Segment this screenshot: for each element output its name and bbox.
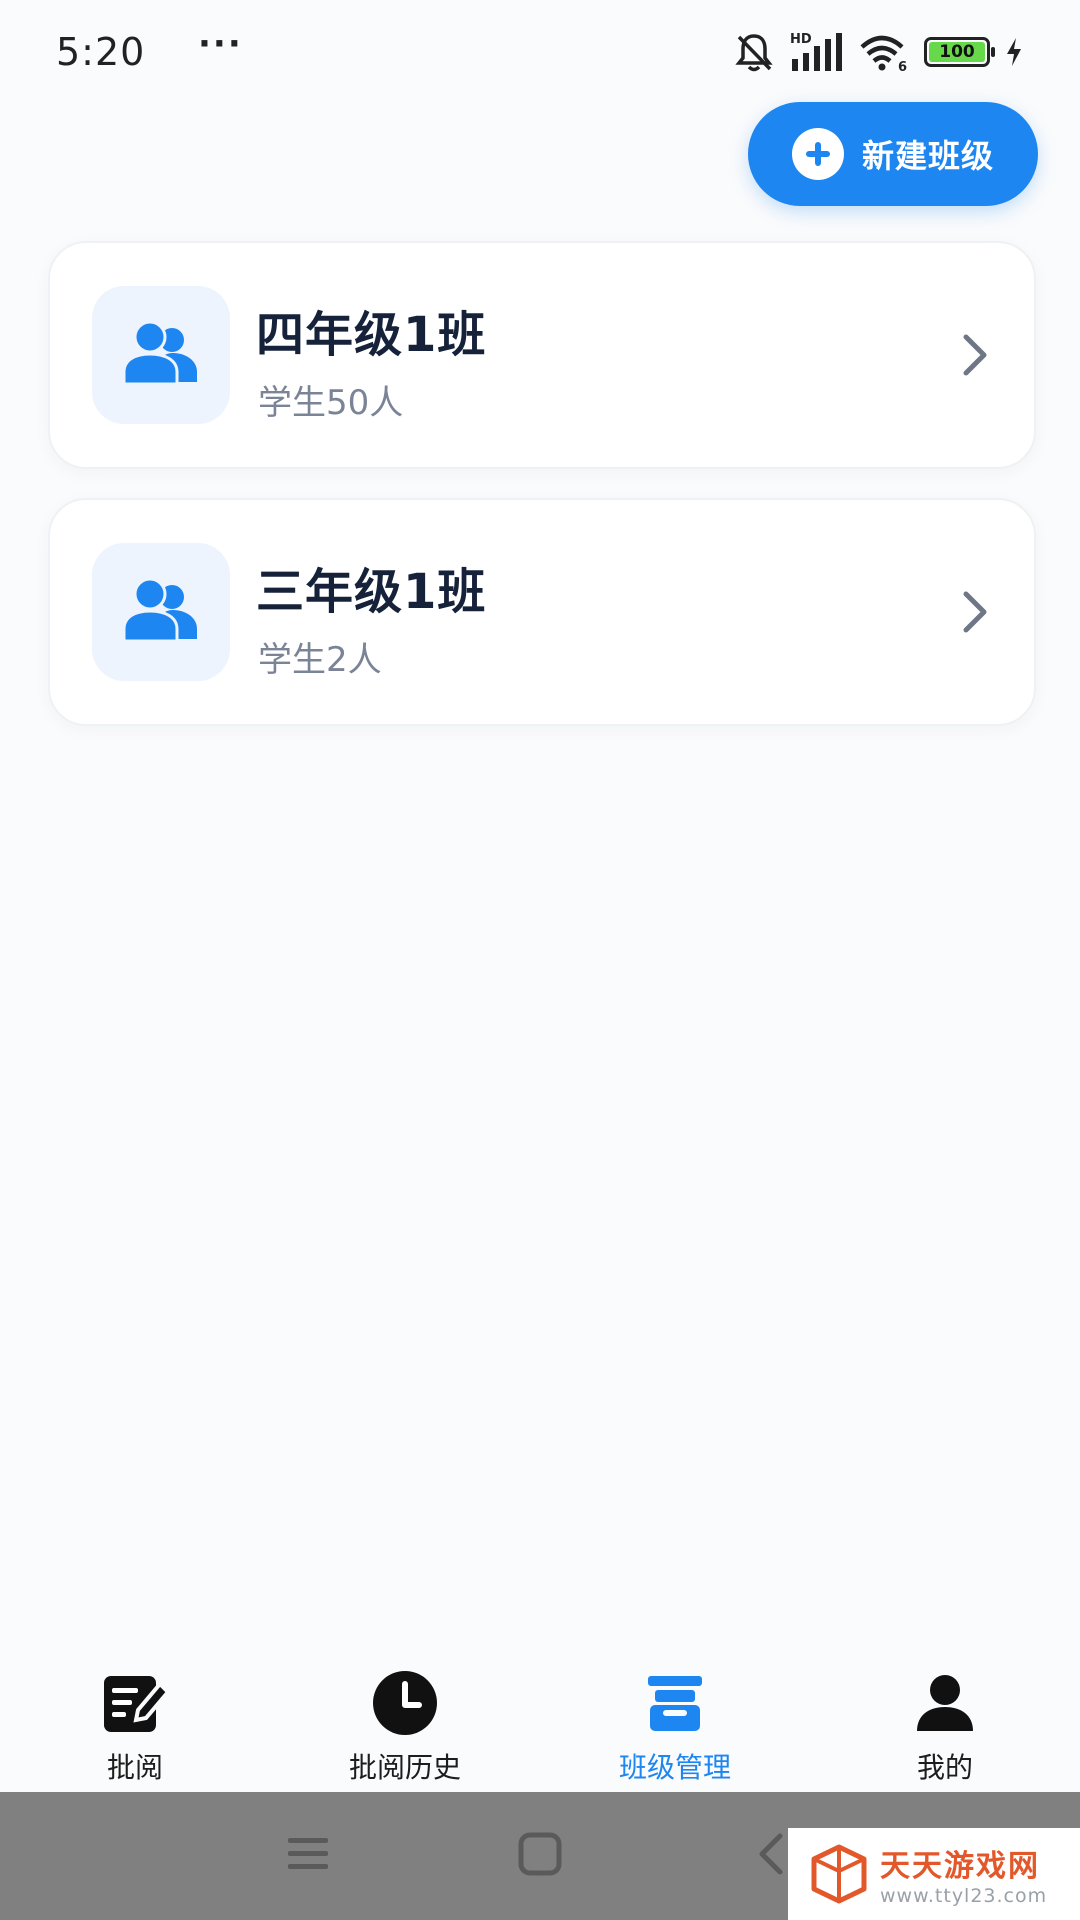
bell-muted-icon (735, 34, 773, 72)
tab-mine[interactable]: 我的 (845, 1668, 1045, 1786)
chevron-right-icon[interactable] (954, 331, 994, 379)
student-count: 学生50人 (258, 383, 404, 423)
class-card[interactable]: 三年级1班 学生2人 (48, 498, 1036, 726)
battery-icon: 100 (924, 37, 995, 67)
group-icon (122, 577, 197, 643)
tab-label: 批阅历史 (348, 1751, 461, 1784)
back-icon[interactable] (756, 1832, 786, 1876)
chevron-right-icon[interactable] (954, 588, 994, 636)
watermark-url: www.ttyl23.com (880, 1885, 1048, 1907)
watermark-title: 天天游戏网 (880, 1849, 1040, 1884)
status-bar: 5:20 ··· HD 6 100 (0, 0, 1080, 100)
class-name: 三年级1班 (256, 564, 487, 620)
plus-icon (791, 128, 844, 180)
new-class-button[interactable]: 新建班级 (748, 102, 1038, 206)
status-time: 5:20 (56, 30, 146, 74)
home-icon[interactable] (518, 1832, 562, 1876)
network-label: HD (790, 32, 812, 47)
class-name: 四年级1班 (256, 307, 487, 363)
class-card[interactable]: 四年级1班 学生50人 (48, 241, 1036, 469)
clock-icon (369, 1668, 441, 1738)
signal-icon: HD (790, 32, 842, 71)
watermark: 天天游戏网 www.ttyl23.com (788, 1828, 1080, 1920)
more-indicator: ··· (198, 24, 243, 64)
watermark-logo-icon (811, 1844, 867, 1904)
bottom-tab-bar: 批阅 批阅历史 班级管理 我的 (0, 1640, 1080, 1792)
tab-label: 班级管理 (618, 1751, 731, 1784)
group-icon (122, 320, 197, 386)
tab-class-management[interactable]: 班级管理 (575, 1668, 775, 1786)
battery-level: 100 (929, 42, 985, 62)
person-icon (909, 1668, 981, 1738)
watermark-text: 天天游戏网 www.ttyl23.com (880, 1841, 1047, 1907)
charging-icon (1007, 38, 1021, 66)
tab-label: 我的 (916, 1751, 973, 1784)
edit-note-icon (99, 1668, 171, 1738)
student-count: 学生2人 (258, 640, 382, 680)
new-class-label: 新建班级 (861, 137, 994, 175)
tab-label: 批阅 (106, 1751, 163, 1784)
menu-icon[interactable] (286, 1832, 330, 1876)
status-icons: HD 6 100 (734, 30, 1024, 74)
tab-review[interactable]: 批阅 (35, 1668, 235, 1786)
class-manage-icon (639, 1668, 711, 1738)
tab-review-history[interactable]: 批阅历史 (305, 1668, 505, 1786)
class-avatar (92, 286, 230, 424)
class-avatar (92, 543, 230, 681)
wifi-icon: 6 (860, 35, 907, 73)
wifi-badge: 6 (898, 60, 907, 73)
